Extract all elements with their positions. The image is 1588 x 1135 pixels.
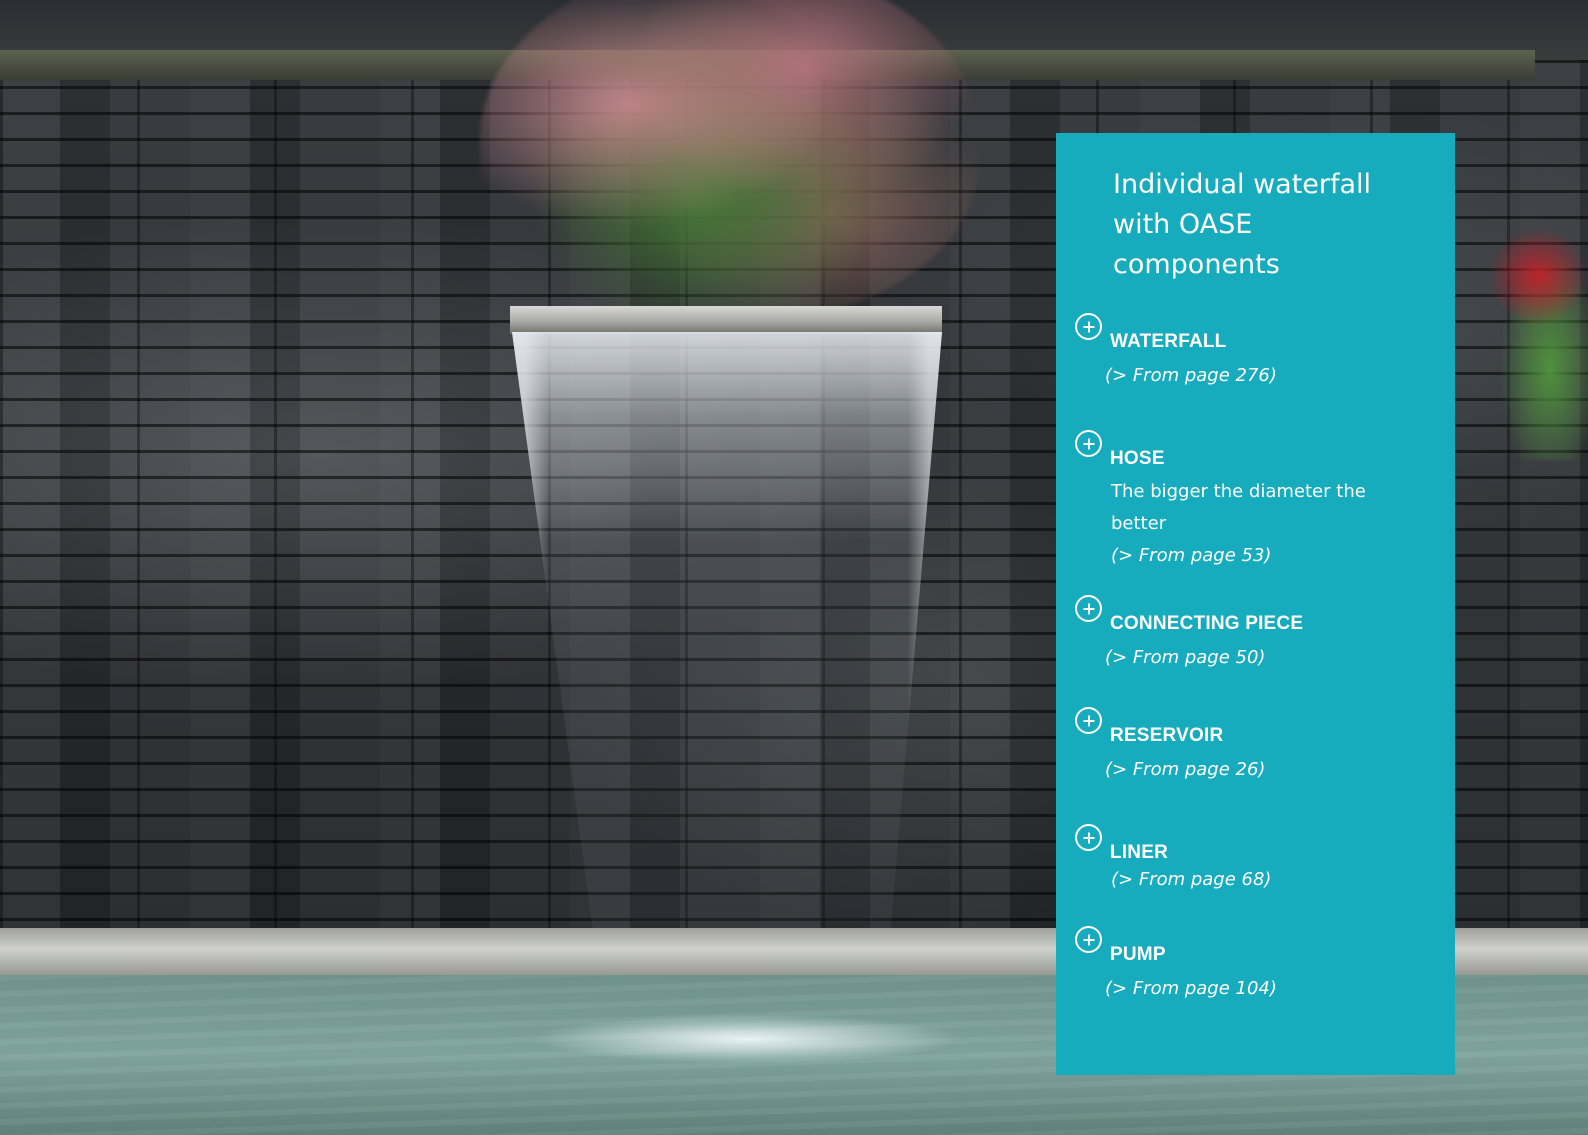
component-title: PUMP: [1110, 944, 1166, 965]
plus-circle-icon: [1075, 313, 1102, 340]
waterfall-spout: [510, 306, 942, 334]
page-reference: (> From page 53): [1111, 545, 1272, 566]
component-title: HOSE: [1110, 448, 1165, 469]
components-panel: Individual waterfall with OASE component…: [1056, 133, 1455, 1075]
page-reference: (> From page 50): [1105, 647, 1266, 668]
component-description: The bigger the diameter the better: [1111, 481, 1366, 534]
plus-circle-icon: [1075, 926, 1102, 953]
page-reference: (> From page 104): [1105, 978, 1277, 999]
page-reference: (> From page 276): [1105, 365, 1277, 386]
component-title: CONNECTING PIECE: [1110, 613, 1304, 634]
plus-circle-icon: [1075, 430, 1102, 457]
japanese-maple-foliage: [480, 0, 980, 320]
flower-bed: [1490, 230, 1588, 460]
plus-circle-icon: [1075, 824, 1102, 851]
panel-title: Individual waterfall with OASE component…: [1113, 169, 1372, 280]
page-reference: (> From page 68): [1111, 869, 1272, 890]
page-reference: (> From page 26): [1105, 759, 1266, 780]
component-title: LINER: [1110, 842, 1168, 863]
component-title: RESERVOIR: [1110, 725, 1224, 746]
component-title: WATERFALL: [1110, 331, 1227, 352]
plus-circle-icon: [1075, 707, 1102, 734]
plus-circle-icon: [1075, 595, 1102, 622]
